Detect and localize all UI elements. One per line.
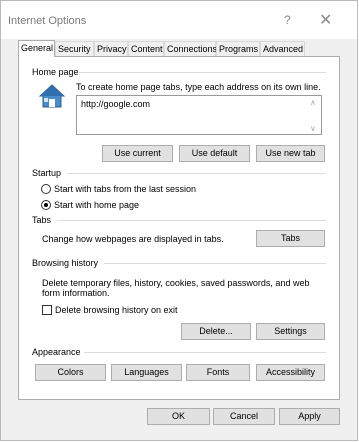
home-page-group-label: Home page bbox=[32, 67, 79, 77]
browsing-history-description-line1: Delete temporary files, history, cookies… bbox=[42, 278, 310, 288]
home-page-description: To create home page tabs, type each addr… bbox=[76, 82, 321, 92]
tabs-description: Change how webpages are displayed in tab… bbox=[42, 234, 224, 244]
tab-programs[interactable]: Programs bbox=[216, 41, 260, 56]
startup-home-page-radio[interactable] bbox=[41, 200, 51, 210]
browsing-history-description-line2: form information. bbox=[42, 288, 110, 298]
fonts-button[interactable]: Fonts bbox=[186, 364, 250, 381]
ok-button[interactable]: OK bbox=[147, 408, 210, 425]
tab-connections[interactable]: Connections bbox=[164, 41, 217, 56]
title-bar: Internet Options ? ✕ bbox=[1, 1, 357, 39]
use-default-button[interactable]: Use default bbox=[179, 145, 250, 162]
tab-advanced[interactable]: Advanced bbox=[260, 41, 305, 56]
delete-button[interactable]: Delete... bbox=[181, 323, 251, 340]
tabs-group-label: Tabs bbox=[32, 215, 52, 225]
appearance-group-label: Appearance bbox=[32, 347, 81, 357]
startup-last-session-radio[interactable] bbox=[41, 184, 51, 194]
languages-button[interactable]: Languages bbox=[111, 364, 182, 381]
browsing-history-group-label: Browsing history bbox=[32, 258, 99, 268]
startup-group-label: Startup bbox=[32, 168, 62, 178]
home-page-group-line bbox=[79, 72, 326, 73]
tabs-button[interactable]: Tabs bbox=[256, 230, 325, 247]
startup-group-line bbox=[67, 173, 326, 174]
tab-security[interactable]: Security bbox=[55, 41, 94, 56]
close-icon[interactable]: ✕ bbox=[319, 10, 332, 30]
general-tab-panel: Home page To create home page tabs, type… bbox=[18, 56, 340, 400]
home-page-address-textarea[interactable]: http://google.com ∧ ∨ bbox=[76, 95, 322, 135]
tab-general[interactable]: General bbox=[18, 40, 55, 57]
appearance-group-line bbox=[84, 352, 326, 353]
house-icon bbox=[39, 84, 65, 108]
settings-button[interactable]: Settings bbox=[256, 323, 325, 340]
accessibility-button[interactable]: Accessibility bbox=[256, 364, 325, 381]
scroll-up-icon[interactable]: ∧ bbox=[310, 98, 316, 107]
cancel-button[interactable]: Cancel bbox=[213, 408, 275, 425]
browsing-history-group-line bbox=[104, 263, 326, 264]
use-new-tab-button[interactable]: Use new tab bbox=[256, 145, 325, 162]
delete-history-on-exit-label[interactable]: Delete browsing history on exit bbox=[55, 305, 178, 315]
internet-options-window: Internet Options ? ✕ General Security Pr… bbox=[0, 0, 358, 441]
colors-button[interactable]: Colors bbox=[35, 364, 106, 381]
delete-history-on-exit-checkbox[interactable] bbox=[42, 305, 52, 315]
startup-home-page-label[interactable]: Start with home page bbox=[54, 200, 139, 210]
apply-button[interactable]: Apply bbox=[279, 408, 340, 425]
tab-content[interactable]: Content bbox=[128, 41, 164, 56]
startup-last-session-label[interactable]: Start with tabs from the last session bbox=[54, 184, 196, 194]
textarea-scrollbar[interactable]: ∧ ∨ bbox=[308, 96, 321, 134]
tab-privacy[interactable]: Privacy bbox=[94, 41, 128, 56]
use-current-button[interactable]: Use current bbox=[102, 145, 173, 162]
home-page-address-value: http://google.com bbox=[81, 99, 151, 109]
tabs-group-line bbox=[57, 220, 326, 221]
scroll-down-icon[interactable]: ∨ bbox=[310, 124, 316, 133]
help-icon[interactable]: ? bbox=[284, 13, 291, 27]
window-title: Internet Options bbox=[8, 15, 87, 27]
